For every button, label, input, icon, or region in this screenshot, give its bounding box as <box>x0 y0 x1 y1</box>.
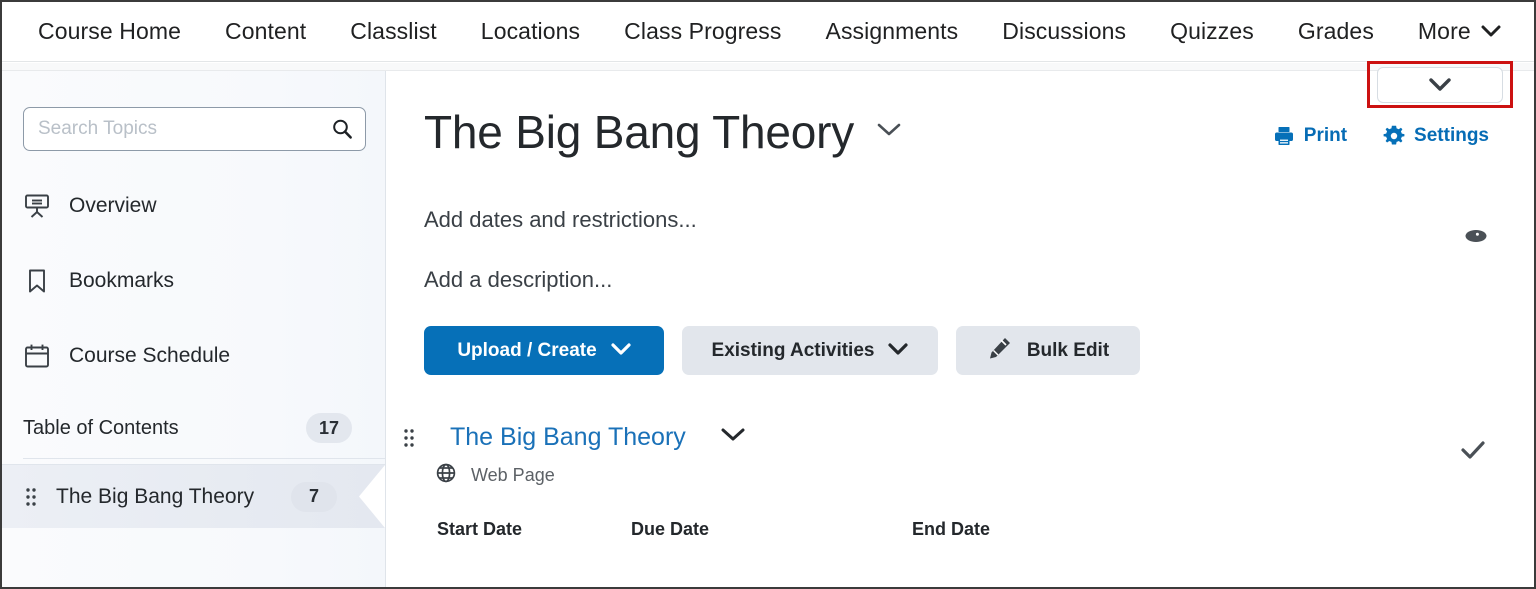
collapse-dropdown-button[interactable] <box>1377 67 1503 103</box>
existing-activities-label: Existing Activities <box>711 339 875 361</box>
table-of-contents-count: 17 <box>306 413 352 443</box>
content-item-header: The Big Bang Theory <box>402 423 1534 452</box>
due-date-column-label: Due Date <box>631 519 710 539</box>
course-navbar: Course Home Content Classlist Locations … <box>2 2 1534 62</box>
print-button[interactable]: Print <box>1273 125 1347 147</box>
drag-handle-icon[interactable] <box>24 486 38 508</box>
calendar-icon <box>23 342 51 370</box>
sidebar-module-the-big-bang-theory[interactable]: The Big Bang Theory 7 <box>2 464 385 528</box>
nav-subbar <box>2 63 1534 71</box>
sidebar-item-course-schedule[interactable]: Course Schedule <box>2 331 385 381</box>
pencil-icon <box>987 336 1013 366</box>
nav-item-grades[interactable]: Grades <box>1276 20 1396 43</box>
content-item-type-label: Web Page <box>471 465 555 485</box>
upload-create-button[interactable]: Upload / Create <box>424 326 664 375</box>
settings-button[interactable]: Settings <box>1383 125 1489 147</box>
presentation-icon <box>23 192 51 220</box>
sidebar-module-label: The Big Bang Theory <box>56 484 255 508</box>
drag-handle-icon[interactable] <box>402 427 416 449</box>
nav-item-discussions[interactable]: Discussions <box>980 20 1148 43</box>
nav-item-classlist[interactable]: Classlist <box>328 20 459 43</box>
sidebar-item-label: Course Schedule <box>69 344 231 367</box>
content-item-title-link[interactable]: The Big Bang Theory <box>450 423 686 452</box>
main-content: The Big Bang Theory Print Settings Add d… <box>387 71 1534 587</box>
table-of-contents-label: Table of Contents <box>23 416 179 439</box>
bulk-edit-button[interactable]: Bulk Edit <box>956 326 1140 375</box>
sidebar-item-overview[interactable]: Overview <box>2 181 385 231</box>
content-item: The Big Bang Theory Web Page Start Date … <box>387 423 1534 540</box>
app-window: Course Home Content Classlist Locations … <box>0 0 1536 589</box>
chevron-down-icon <box>611 340 631 362</box>
sidebar-item-label: Overview <box>69 194 157 217</box>
chevron-down-icon <box>1481 25 1501 38</box>
chevron-down-icon <box>888 340 909 362</box>
search-topics-box[interactable] <box>23 107 366 151</box>
page-title: The Big Bang Theory <box>424 106 855 158</box>
gear-icon <box>1383 125 1405 147</box>
end-date-column-label: End Date <box>912 519 991 539</box>
chevron-down-icon[interactable] <box>720 427 746 448</box>
nav-item-assignments[interactable]: Assignments <box>804 20 981 43</box>
action-button-row: Upload / Create Existing Activities Bulk… <box>424 326 1534 375</box>
content-sidebar: Overview Bookmarks <box>2 71 386 587</box>
eye-icon[interactable] <box>1464 228 1488 249</box>
nav-item-more-label: More <box>1417 18 1471 44</box>
sidebar-nav-list: Overview Bookmarks Course Schedule <box>2 181 385 381</box>
search-input[interactable] <box>38 118 331 140</box>
add-dates-link[interactable]: Add dates and restrictions... <box>424 207 1534 233</box>
nav-item-class-progress[interactable]: Class Progress <box>602 20 803 43</box>
chevron-down-icon <box>1429 78 1451 92</box>
sidebar-item-bookmarks[interactable]: Bookmarks <box>2 256 385 306</box>
upload-create-label: Upload / Create <box>457 339 597 361</box>
start-date-column-label: Start Date <box>437 519 523 539</box>
bulk-edit-label: Bulk Edit <box>1026 339 1110 361</box>
nav-item-quizzes[interactable]: Quizzes <box>1148 20 1276 43</box>
page-tools: Print Settings <box>1273 125 1489 147</box>
settings-label: Settings <box>1414 125 1489 146</box>
bookmark-icon <box>23 267 51 295</box>
sidebar-module-count: 7 <box>291 481 337 512</box>
nav-item-course-home[interactable]: Course Home <box>16 20 203 43</box>
checkmark-icon[interactable] <box>1460 439 1486 466</box>
globe-icon <box>435 462 457 489</box>
nav-item-more[interactable]: More <box>1396 20 1523 43</box>
chevron-down-icon[interactable] <box>876 122 902 143</box>
table-of-contents-header[interactable]: Table of Contents 17 <box>2 406 385 450</box>
add-description-link[interactable]: Add a description... <box>424 267 1534 293</box>
nav-item-content[interactable]: Content <box>203 20 328 43</box>
sidebar-item-label: Bookmarks <box>69 269 175 292</box>
sidebar-divider <box>23 458 385 459</box>
content-item-type-row: Web Page <box>435 462 1534 489</box>
search-icon[interactable] <box>331 118 353 140</box>
print-label: Print <box>1303 125 1348 146</box>
date-columns-header: Start Date Due Date End Date <box>437 519 1534 540</box>
nav-item-locations[interactable]: Locations <box>459 20 602 43</box>
printer-icon <box>1273 125 1295 147</box>
existing-activities-button[interactable]: Existing Activities <box>682 326 938 375</box>
